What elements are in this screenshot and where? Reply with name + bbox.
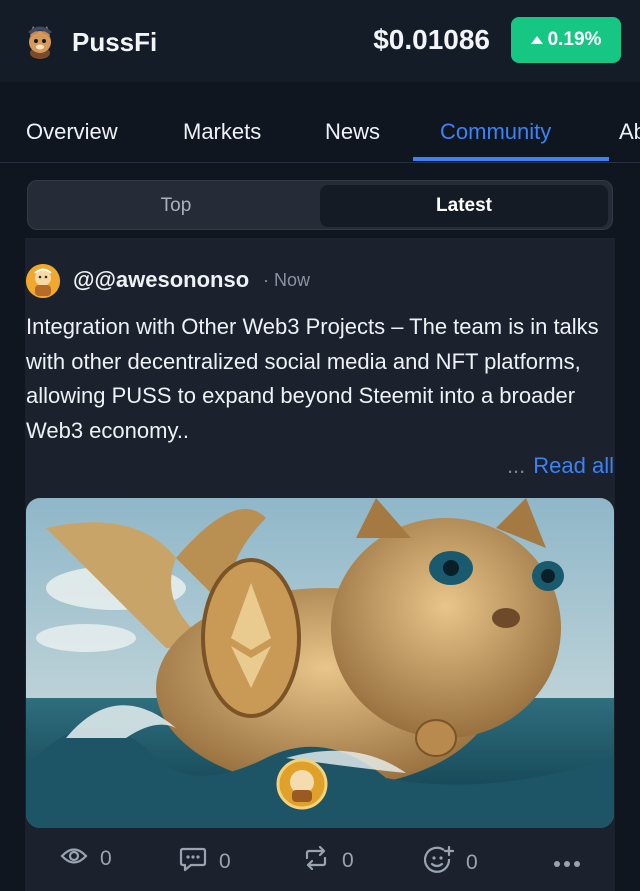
repost-button[interactable]: 0 bbox=[302, 845, 354, 876]
views-count: 0 bbox=[100, 847, 112, 870]
reposts-count: 0 bbox=[342, 849, 354, 872]
comment-button[interactable]: 0 bbox=[179, 846, 231, 878]
eye-icon bbox=[60, 846, 88, 872]
post-time: · Now bbox=[263, 270, 311, 290]
reactions-count: 0 bbox=[466, 851, 478, 874]
repost-icon bbox=[302, 845, 330, 876]
segment-top-button[interactable]: Top bbox=[32, 185, 320, 227]
tab-overview[interactable]: Overview bbox=[26, 119, 118, 145]
post-actions: 0 0 0 0 bbox=[0, 840, 640, 880]
token-price: $0.01086 bbox=[373, 24, 490, 55]
app-name: PussFi bbox=[72, 27, 158, 57]
tab-community[interactable]: Community bbox=[440, 119, 551, 145]
active-tab-indicator bbox=[413, 157, 609, 161]
more-dots-icon bbox=[553, 850, 581, 874]
avatar[interactable] bbox=[26, 264, 60, 298]
app-header: PussFi $0.01086 0.19% bbox=[0, 0, 640, 82]
feed-sort-toggle: Top Latest bbox=[27, 180, 613, 230]
comments-count: 0 bbox=[219, 850, 231, 873]
read-all-link[interactable]: ... Read all bbox=[507, 453, 614, 479]
views-counter[interactable]: 0 bbox=[60, 846, 112, 872]
section-tabs: Overview Markets News Community Ab bbox=[0, 100, 640, 163]
tab-markets[interactable]: Markets bbox=[183, 119, 261, 145]
read-more-ellipsis: ... bbox=[506, 453, 526, 478]
comment-icon bbox=[179, 846, 207, 878]
post-body: Integration with Other Web3 Projects – T… bbox=[26, 314, 599, 443]
tab-news[interactable]: News bbox=[325, 119, 380, 145]
price-change-value: 0.19% bbox=[547, 29, 602, 50]
price-change-badge: 0.19% bbox=[511, 17, 621, 63]
read-all-label: Read all bbox=[533, 453, 614, 478]
tab-about[interactable]: Ab bbox=[619, 119, 640, 145]
segment-latest-button[interactable]: Latest bbox=[320, 185, 608, 227]
add-reaction-icon bbox=[423, 845, 455, 880]
post-image[interactable] bbox=[26, 498, 614, 828]
reaction-button[interactable]: 0 bbox=[423, 845, 478, 880]
triangle-up-icon bbox=[530, 36, 543, 44]
cat-logo-icon[interactable] bbox=[22, 22, 58, 60]
post-username[interactable]: @@awesononso bbox=[73, 267, 249, 293]
more-options-button[interactable] bbox=[553, 850, 581, 874]
